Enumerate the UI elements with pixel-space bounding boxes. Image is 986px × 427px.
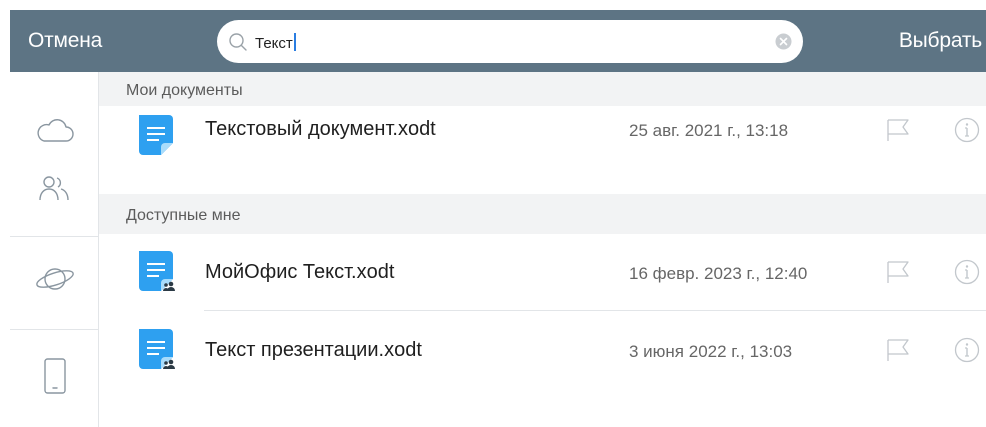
sidebar bbox=[10, 72, 99, 427]
flag-icon[interactable] bbox=[885, 338, 911, 362]
document-row[interactable]: Текст презентации.xodt 3 июня 2022 г., 1… bbox=[99, 311, 986, 427]
info-icon[interactable] bbox=[954, 259, 980, 285]
document-row[interactable]: МойОфис Текст.xodt 16 февр. 2023 г., 12:… bbox=[99, 234, 986, 311]
info-icon[interactable] bbox=[954, 117, 980, 143]
section-header-my-documents: Мои документы bbox=[99, 72, 986, 106]
info-icon[interactable] bbox=[954, 337, 980, 363]
document-name: Текстовый документ.xodt bbox=[205, 118, 436, 140]
flag-icon[interactable] bbox=[885, 260, 911, 284]
document-date: 16 февр. 2023 г., 12:40 bbox=[629, 264, 808, 283]
section-title: Доступные мне bbox=[126, 207, 241, 224]
document-date: 25 авг. 2021 г., 13:18 bbox=[629, 121, 789, 140]
shared-users-icon[interactable] bbox=[37, 174, 73, 202]
sidebar-divider bbox=[10, 329, 98, 330]
device-icon[interactable] bbox=[43, 357, 67, 395]
document-name: МойОфис Текст.xodt bbox=[205, 261, 395, 283]
cloud-icon[interactable] bbox=[35, 118, 75, 144]
cancel-button[interactable]: Отмена bbox=[28, 29, 102, 53]
text-document-icon bbox=[139, 115, 173, 155]
top-toolbar: Отмена Текст Выбрать bbox=[10, 10, 986, 72]
flag-icon[interactable] bbox=[885, 118, 911, 142]
document-list: Мои документы Текстовый документ.xodt 25… bbox=[99, 72, 986, 427]
document-date: 3 июня 2022 г., 13:03 bbox=[629, 342, 793, 361]
planet-icon[interactable] bbox=[34, 264, 76, 294]
search-icon bbox=[229, 33, 247, 51]
text-caret bbox=[293, 33, 296, 51]
select-button[interactable]: Выбрать bbox=[899, 29, 982, 53]
search-field[interactable]: Текст bbox=[217, 20, 803, 63]
document-name: Текст презентации.xodt bbox=[205, 339, 422, 361]
clear-icon[interactable] bbox=[775, 33, 792, 50]
search-input-text[interactable]: Текст bbox=[255, 33, 296, 52]
search-input-value: Текст bbox=[255, 35, 293, 52]
document-row[interactable]: Текстовый документ.xodt 25 авг. 2021 г.,… bbox=[99, 106, 986, 194]
sidebar-divider bbox=[10, 236, 98, 237]
shared-text-document-icon bbox=[139, 329, 175, 369]
shared-text-document-icon bbox=[139, 251, 175, 291]
section-title: Мои документы bbox=[126, 82, 243, 99]
section-header-shared-with-me: Доступные мне bbox=[99, 194, 986, 234]
